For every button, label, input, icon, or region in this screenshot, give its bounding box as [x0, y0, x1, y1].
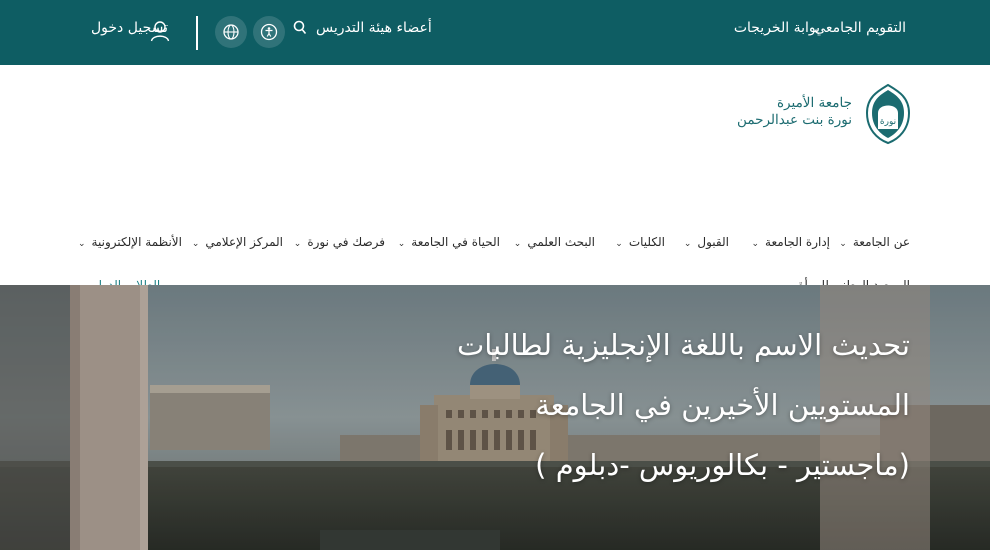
chevron-down-icon: ⌄ [78, 239, 86, 249]
topbar-divider [196, 16, 198, 50]
university-logo-text[interactable]: جامعة الأميرة نورة بنت عبدالرحمن [737, 95, 852, 129]
main-header: جامعة الأميرة نورة بنت عبدالرحمن نورة عن… [0, 65, 990, 292]
accessibility-icon [260, 23, 278, 41]
chevron-down-icon: ⌄ [751, 239, 760, 249]
nav-campus-life[interactable]: الحياة في الجامعة ⌄ [398, 235, 500, 249]
hero-banner[interactable]: تحديث الاسم باللغة الإنجليزية لطالبات ال… [0, 285, 990, 550]
nav-label: إدارة الجامعة [765, 235, 830, 249]
logo-line-2: نورة بنت عبدالرحمن [737, 112, 852, 128]
nav-label: القبول [697, 235, 729, 249]
nav-label: الكليات [628, 235, 665, 249]
hero-line-2: المستويين الأخيرين في الجامعة [535, 388, 910, 422]
nav-label: الأنظمة الإلكترونية [91, 235, 182, 249]
nav-colleges[interactable]: الكليات ⌄ [615, 235, 665, 249]
chevron-down-icon: ⌄ [839, 239, 847, 249]
university-emblem-icon[interactable]: نورة [862, 83, 914, 149]
nav-media-center[interactable]: المركز الإعلامي ⌄ [192, 235, 283, 249]
top-bar: التقويم الجامعي بوابة الخريجات أعضاء هيئ… [0, 0, 990, 65]
search-icon[interactable] [293, 20, 307, 40]
hero-headline[interactable]: تحديث الاسم باللغة الإنجليزية لطالبات ال… [390, 315, 910, 495]
chevron-down-icon: ⌄ [191, 239, 200, 249]
calendar-link[interactable]: التقويم الجامعي [814, 20, 906, 36]
nav-label: عن الجامعة [852, 235, 910, 249]
nav-label: فرصك في نورة [307, 235, 385, 249]
chevron-down-icon: ⌄ [513, 239, 522, 249]
nav-label: المركز الإعلامي [205, 235, 283, 249]
nav-about[interactable]: عن الجامعة ⌄ [839, 235, 910, 249]
nav-label: البحث العلمي [527, 235, 595, 249]
nav-admission[interactable]: القبول ⌄ [684, 235, 729, 249]
nav-administration[interactable]: إدارة الجامعة ⌄ [752, 235, 831, 249]
login-link[interactable]: تسجيل دخول [91, 20, 168, 36]
logo-line-1: جامعة الأميرة [776, 95, 852, 111]
nav-e-systems[interactable]: الأنظمة الإلكترونية ⌄ [78, 235, 182, 249]
nav-label: الحياة في الجامعة [411, 235, 500, 249]
accessibility-button[interactable] [253, 16, 285, 48]
alumni-portal-link[interactable]: بوابة الخريجات [734, 20, 820, 36]
language-button[interactable] [215, 16, 247, 48]
globe-icon [223, 24, 239, 40]
chevron-down-icon: ⌄ [683, 239, 692, 249]
faculty-link[interactable]: أعضاء هيئة التدريس [316, 20, 432, 36]
emblem-text: نورة [880, 117, 896, 127]
chevron-down-icon: ⌄ [397, 239, 406, 249]
chevron-down-icon: ⌄ [615, 239, 623, 249]
hero-line-1: تحديث الاسم باللغة الإنجليزية لطالبات [456, 328, 910, 362]
nav-research[interactable]: البحث العلمي ⌄ [514, 235, 595, 249]
chevron-down-icon: ⌄ [293, 239, 302, 249]
nav-opportunities[interactable]: فرصك في نورة ⌄ [294, 235, 385, 249]
hero-line-3: (ماجستير - بكالوريوس -دبلوم ) [535, 448, 910, 482]
